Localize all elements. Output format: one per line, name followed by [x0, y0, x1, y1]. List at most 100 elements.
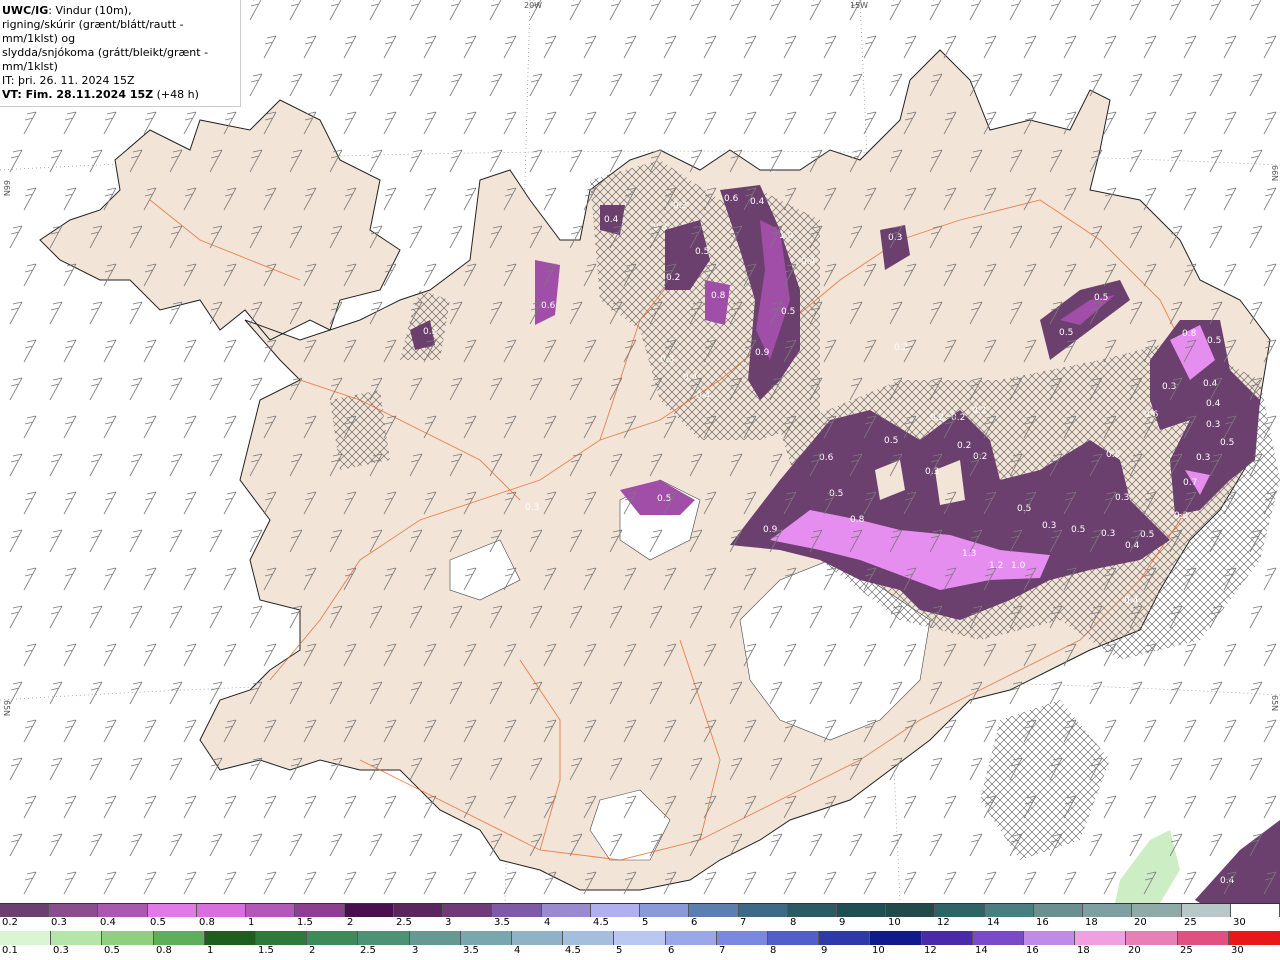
forecast-hour: (+48 h) — [153, 88, 199, 101]
legend-label: 0.3 — [53, 945, 69, 956]
precip-label: 0.4 — [1206, 399, 1221, 409]
legend-color-cell — [358, 931, 410, 945]
precip-label: 0.5 — [1220, 438, 1234, 448]
header-line-3: slydda/snjókoma (grátt/bleikt/grænt - mm… — [2, 46, 209, 73]
legend-color-cell — [49, 903, 99, 917]
precip-label: 0.4 — [1203, 379, 1218, 389]
lon-label-15w: 15W — [850, 1, 868, 10]
legend-label: 8 — [770, 945, 777, 956]
precip-label: 0.5 — [884, 436, 898, 446]
rain-legend-labels: 0.1 0.3 0.5 0.8 1 1.5 2 2.5 3 3.5 4 4.5 5 6 7 8 9 10 12 14 1… — [0, 945, 1280, 959]
legend-label: 14 — [987, 917, 1000, 928]
legend-color-cell — [196, 903, 247, 917]
legend-label: 1.5 — [297, 917, 313, 928]
legend-color-cell — [492, 903, 542, 917]
legend-label: 5 — [616, 945, 623, 956]
precip-label: 0.5 — [1059, 328, 1073, 338]
legend-color-cell — [1228, 931, 1280, 945]
header-line1-rest: : Vindur (10m), — [48, 4, 132, 17]
legend-color-cell — [614, 931, 666, 945]
legend-label: 3 — [445, 917, 452, 928]
legend-label: 4.5 — [565, 945, 581, 956]
legend-color-cell — [344, 903, 394, 917]
legend-color-cell — [563, 931, 615, 945]
lon-label-20w: 20W — [524, 1, 542, 10]
legend-color-cell — [640, 903, 690, 917]
legend-label: 0.1 — [2, 945, 18, 956]
precip-label: 0.5 — [1094, 293, 1108, 303]
legend-color-cell — [1033, 903, 1084, 917]
legend-color-cell — [984, 903, 1034, 917]
legend-color-cell — [153, 931, 205, 945]
model-title: UWC/IG — [2, 4, 49, 17]
legend-label: 20 — [1134, 917, 1147, 928]
precip-label: 0.8 — [1182, 329, 1197, 339]
legend-color-cell — [836, 903, 887, 917]
legend-label: 2.5 — [360, 945, 376, 956]
precip-label: 0.4 — [1125, 541, 1140, 551]
legend-color-cell — [768, 931, 820, 945]
precip-label: 0.3 — [653, 223, 667, 233]
precip-label: 1.2 — [989, 561, 1003, 571]
legend-label: 0.5 — [150, 917, 166, 928]
weather-map: 0.4 0.3 0.3 0.5 0.6 0.4 1.0 0.4 0.2 0.8 … — [0, 0, 1280, 903]
precip-label: 0.4 — [801, 257, 816, 267]
lat-label-65n-right: 65N — [1270, 695, 1279, 711]
legend-label: 7 — [740, 917, 747, 928]
legend-label: 18 — [1077, 945, 1090, 956]
legend-color-cell — [409, 931, 461, 945]
legend-color-cell — [1230, 903, 1280, 917]
legend-label: 0.8 — [156, 945, 172, 956]
legend-color-cell — [738, 903, 788, 917]
legend-label: 4 — [544, 917, 551, 928]
precip-label: 0.3 — [1206, 420, 1220, 430]
legend-label: 6 — [668, 945, 675, 956]
header-line-5: VT: Fim. 28.11.2024 15Z (+48 h) — [2, 88, 240, 102]
legend-color-cell — [0, 931, 52, 945]
precip-label: 0.3 — [1101, 529, 1115, 539]
precip-label: 0.2 — [957, 441, 971, 451]
lat-label-66n-left: 66N — [2, 180, 11, 196]
precip-label: 0.3 — [423, 327, 437, 337]
precip-label: 0.3 — [525, 503, 539, 513]
legend-color-cell — [590, 903, 641, 917]
precip-label: 0.8 — [850, 515, 865, 525]
header-line-1: UWC/IG: Vindur (10m), — [2, 4, 240, 18]
legend-label: 1 — [207, 945, 214, 956]
legend-color-cell — [1132, 903, 1182, 917]
legend-color-cell — [716, 931, 769, 945]
map-header: UWC/IG: Vindur (10m), rigning/skúrir (gr… — [0, 0, 241, 107]
header-line-2: rigning/skúrir (grænt/blátt/rautt - mm/1… — [2, 18, 184, 45]
precip-label: 0.6 — [541, 301, 556, 311]
legend-color-cell — [870, 931, 922, 945]
legend-color-cell — [256, 931, 308, 945]
precip-label: 0.3 — [1162, 382, 1176, 392]
legend-color-cell — [443, 903, 493, 917]
legend-color-cell — [98, 903, 148, 917]
legend-color-cell — [1126, 931, 1178, 945]
legend-label: 10 — [888, 917, 901, 928]
legend-color-cell — [921, 931, 973, 945]
legend-label: 30 — [1231, 945, 1244, 956]
legend-color-cell — [541, 903, 591, 917]
legend-color-cell — [819, 931, 871, 945]
legend-color-cell — [935, 903, 985, 917]
legend-color-cell — [886, 903, 936, 917]
legend-label: 2.5 — [396, 917, 412, 928]
precip-label: 1.0 — [779, 231, 794, 241]
legend-color-cell — [102, 931, 154, 945]
precip-label: 1.0 — [1011, 561, 1026, 571]
legend-label: 25 — [1180, 945, 1193, 956]
legend-label: 1.5 — [258, 945, 274, 956]
precip-label: 0.3 — [673, 201, 687, 211]
precip-label: 0.5 — [1140, 530, 1154, 540]
legend-label: 25 — [1184, 917, 1197, 928]
legend-label: 0.8 — [199, 917, 215, 928]
legend-color-cell — [1177, 931, 1229, 945]
legend-label: 20 — [1128, 945, 1141, 956]
legend-label: 6 — [691, 917, 698, 928]
legend-label: 3.5 — [463, 945, 479, 956]
legend-color-cell — [1083, 903, 1133, 917]
legend-color-cell — [204, 931, 257, 945]
legend-label: 0.4 — [100, 917, 116, 928]
